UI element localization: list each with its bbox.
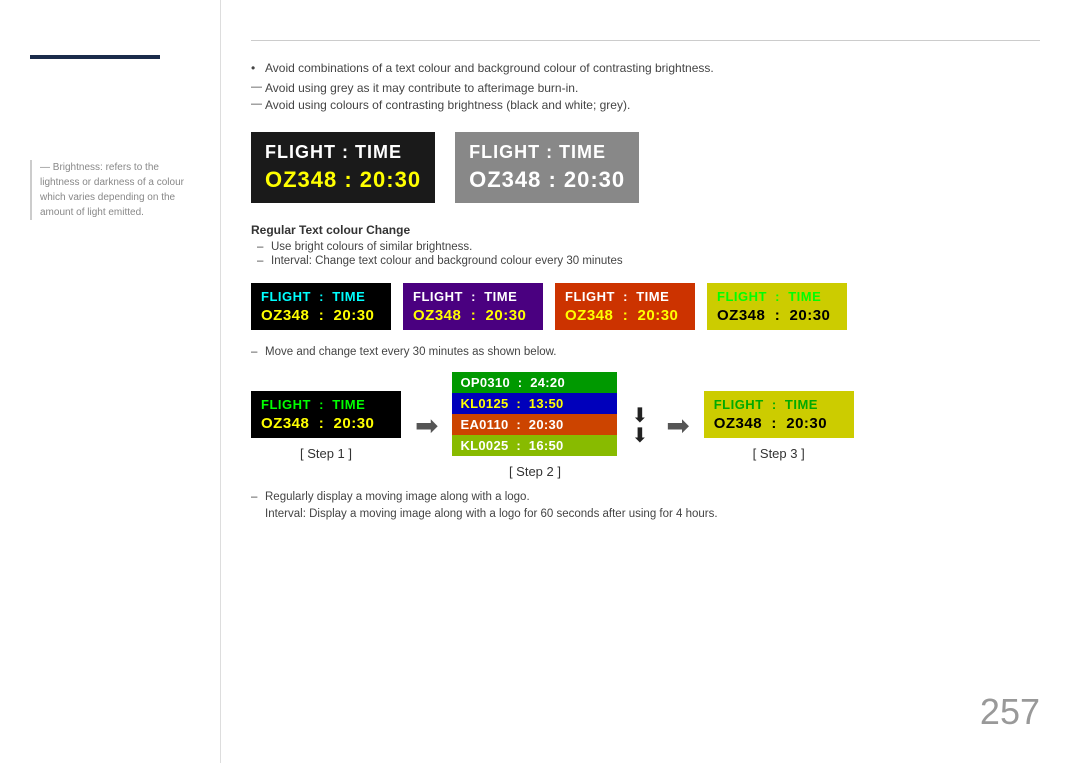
arrow-down-1: ⬇ <box>631 406 648 426</box>
step2-box: OP0310 : 24:20 KL0125 : 13:50 EA0110 : 2… <box>452 372 617 456</box>
sidebar: — Brightness: refers to the lightness or… <box>0 0 220 763</box>
step1-box: FLIGHT : TIME OZ348 : 20:30 <box>251 391 401 438</box>
step2-row-1: OP0310 : 24:20 <box>452 372 617 393</box>
dash-list: Avoid using grey as it may contribute to… <box>251 81 1040 112</box>
dash-item-1: Avoid using grey as it may contribute to… <box>251 81 1040 95</box>
step2-label: [ Step 2 ] <box>509 464 561 479</box>
variant2-header: FLIGHT : TIME <box>413 289 533 304</box>
color-variants-row: FLIGHT : TIME OZ348 : 20:30 FLIGHT : TIM… <box>251 283 1040 330</box>
variant-box-3: FLIGHT : TIME OZ348 : 20:30 <box>555 283 695 330</box>
bullet-item-1: Avoid combinations of a text colour and … <box>251 61 1040 75</box>
sub-item-2: Interval: Change text colour and backgro… <box>251 255 1040 267</box>
step3-data: OZ348 : 20:30 <box>714 415 844 432</box>
main-box2-header: FLIGHT : TIME <box>469 142 625 163</box>
sub-item-1: Use bright colours of similar brightness… <box>251 241 1040 253</box>
top-divider <box>251 40 1040 41</box>
variant1-header: FLIGHT : TIME <box>261 289 381 304</box>
page-container: — Brightness: refers to the lightness or… <box>0 0 1080 763</box>
variant3-header: FLIGHT : TIME <box>565 289 685 304</box>
arrow-right-1: ➡ <box>415 409 438 442</box>
variant3-data: OZ348 : 20:30 <box>565 307 685 324</box>
step3-header: FLIGHT : TIME <box>714 397 844 412</box>
variant2-data: OZ348 : 20:30 <box>413 307 533 324</box>
variant4-data: OZ348 : 20:30 <box>717 307 837 324</box>
step1-header: FLIGHT : TIME <box>261 397 391 412</box>
arrow-down-2: ⬇ <box>631 426 648 446</box>
step2-row-3: EA0110 : 20:30 <box>452 414 617 435</box>
step3-wrap: FLIGHT : TIME OZ348 : 20:30 [ Step 3 ] <box>704 391 854 461</box>
page-number: 257 <box>980 691 1040 733</box>
dash-item-2: Avoid using colours of contrasting brigh… <box>251 98 1040 112</box>
main-flight-displays-row: FLIGHT : TIME OZ348 : 20:30 FLIGHT : TIM… <box>251 132 1040 203</box>
variant1-data: OZ348 : 20:30 <box>261 307 381 324</box>
main-box1-header: FLIGHT : TIME <box>265 142 421 163</box>
bullet-list: Avoid combinations of a text colour and … <box>251 61 1040 75</box>
variant-box-2: FLIGHT : TIME OZ348 : 20:30 <box>403 283 543 330</box>
main-box2-data: OZ348 : 20:30 <box>469 167 625 193</box>
steps-dash-note: Move and change text every 30 minutes as… <box>251 346 1040 358</box>
main-flight-box-gray: FLIGHT : TIME OZ348 : 20:30 <box>455 132 639 203</box>
section-title: Regular Text colour Change <box>251 223 1040 237</box>
step1-wrap: FLIGHT : TIME OZ348 : 20:30 [ Step 1 ] <box>251 391 401 461</box>
sidebar-top-bar <box>30 55 160 59</box>
step2-wrap: OP0310 : 24:20 KL0125 : 13:50 EA0110 : 2… <box>452 372 617 479</box>
step3-box: FLIGHT : TIME OZ348 : 20:30 <box>704 391 854 438</box>
step1-data: OZ348 : 20:30 <box>261 415 391 432</box>
step1-label: [ Step 1 ] <box>300 446 352 461</box>
sidebar-note: — Brightness: refers to the lightness or… <box>30 160 195 220</box>
step3-label: [ Step 3 ] <box>753 446 805 461</box>
main-flight-box-dark: FLIGHT : TIME OZ348 : 20:30 <box>251 132 435 203</box>
variant-box-1: FLIGHT : TIME OZ348 : 20:30 <box>251 283 391 330</box>
variant4-header: FLIGHT : TIME <box>717 289 837 304</box>
step2-row-4: KL0025 : 16:50 <box>452 435 617 456</box>
sub-dash-list: Use bright colours of similar brightness… <box>251 241 1040 267</box>
main-content: Avoid combinations of a text colour and … <box>220 0 1080 763</box>
main-box1-data: OZ348 : 20:30 <box>265 167 421 193</box>
steps-section: Move and change text every 30 minutes as… <box>251 346 1040 479</box>
steps-row: FLIGHT : TIME OZ348 : 20:30 [ Step 1 ] ➡… <box>251 372 1040 479</box>
bottom-note: Regularly display a moving image along w… <box>251 489 1040 524</box>
variant-box-4: FLIGHT : TIME OZ348 : 20:30 <box>707 283 847 330</box>
arrow-down-group: ⬇ ⬇ <box>631 406 648 446</box>
step2-row-2: KL0125 : 13:50 <box>452 393 617 414</box>
arrow-right-2: ➡ <box>666 409 689 442</box>
